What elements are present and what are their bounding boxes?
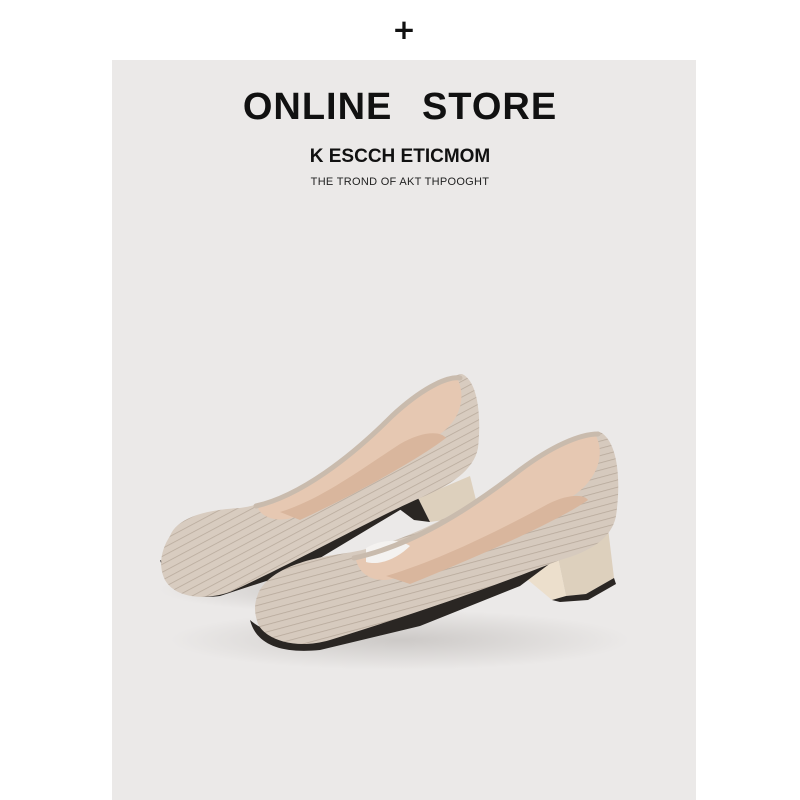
product-image [160,374,630,670]
